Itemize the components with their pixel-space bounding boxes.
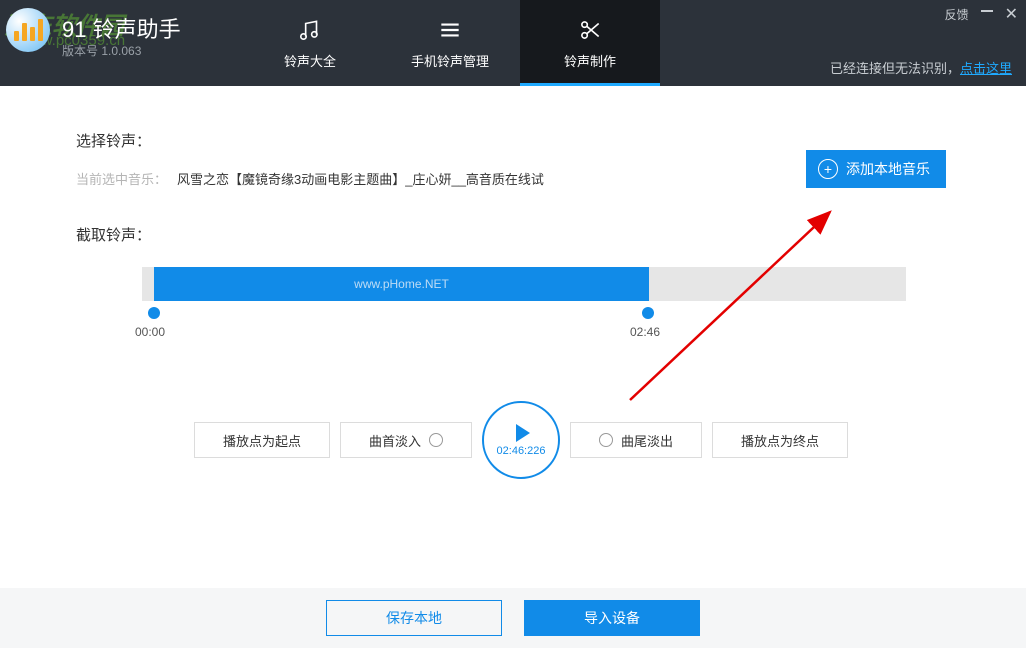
current-music-name: 风雪之恋【魔镜奇缘3动画电影主题曲】_庄心妍__高音质在线试 — [177, 169, 544, 188]
set-end-button[interactable]: 播放点为终点 — [712, 422, 848, 458]
add-btn-label: 添加本地音乐 — [846, 159, 930, 179]
import-device-button[interactable]: 导入设备 — [524, 600, 700, 636]
minimize-icon[interactable] — [981, 10, 993, 12]
app-title: 91 铃声助手 — [62, 12, 181, 44]
app-logo-icon — [6, 8, 50, 52]
radio-icon — [599, 433, 613, 447]
fade-in-button[interactable]: 曲首淡入 — [340, 422, 472, 458]
scissors-icon — [577, 17, 603, 43]
main-content: 选择铃声： 当前选中音乐： 风雪之恋【魔镜奇缘3动画电影主题曲】_庄心妍__高音… — [0, 86, 1026, 479]
play-icon — [516, 424, 530, 442]
footer-bar: 保存本地 导入设备 — [0, 588, 1026, 648]
time-end-label: 02:46 — [630, 325, 660, 339]
tab-label: 铃声大全 — [284, 51, 336, 70]
set-start-button[interactable]: 播放点为起点 — [194, 422, 330, 458]
slider-track[interactable]: www.pHome.NET — [142, 267, 906, 301]
close-icon[interactable]: ✕ — [1005, 4, 1018, 24]
time-start-label: 00:00 — [135, 325, 165, 339]
add-local-music-button[interactable]: + 添加本地音乐 — [806, 150, 946, 188]
status-text: 已经连接但无法识别， — [830, 61, 960, 76]
select-ringtone-title: 选择铃声： — [76, 130, 966, 151]
app-header: 河东软件园 www.pc0359.cn 91 铃声助手 版本号 1.0.063 … — [0, 0, 1026, 86]
clip-ringtone-title: 截取铃声： — [76, 224, 966, 245]
tab-phone-manage[interactable]: 手机铃声管理 — [380, 0, 520, 86]
radio-icon — [429, 433, 443, 447]
music-note-icon — [297, 17, 323, 43]
slider-handle-end[interactable] — [642, 307, 654, 319]
plus-icon: + — [818, 159, 838, 179]
play-button[interactable]: 02:46:226 — [482, 401, 560, 479]
tab-label: 手机铃声管理 — [411, 51, 489, 70]
playback-controls: 播放点为起点 曲首淡入 02:46:226 曲尾淡出 播放点为终点 — [76, 401, 966, 479]
slider-fill: www.pHome.NET — [154, 267, 649, 301]
list-icon — [437, 17, 463, 43]
play-time-label: 02:46:226 — [497, 445, 546, 457]
save-local-button[interactable]: 保存本地 — [326, 600, 502, 636]
app-version: 版本号 1.0.063 — [62, 42, 141, 59]
connection-status: 已经连接但无法识别，点击这里 — [830, 58, 1012, 77]
window-controls: 反馈 ✕ — [945, 4, 1018, 24]
main-tabs: 铃声大全 手机铃声管理 铃声制作 — [240, 0, 660, 86]
tab-ringtone-maker[interactable]: 铃声制作 — [520, 0, 660, 86]
tab-ringtone-library[interactable]: 铃声大全 — [240, 0, 380, 86]
current-music-label: 当前选中音乐： — [76, 169, 167, 188]
logo-area: 河东软件园 www.pc0359.cn 91 铃声助手 版本号 1.0.063 — [0, 0, 240, 86]
tab-label: 铃声制作 — [564, 51, 616, 70]
feedback-link[interactable]: 反馈 — [945, 6, 969, 23]
clip-slider[interactable]: www.pHome.NET 00:00 02:46 — [142, 267, 906, 301]
slider-handle-start[interactable] — [148, 307, 160, 319]
fade-out-button[interactable]: 曲尾淡出 — [570, 422, 702, 458]
status-link[interactable]: 点击这里 — [960, 61, 1012, 76]
